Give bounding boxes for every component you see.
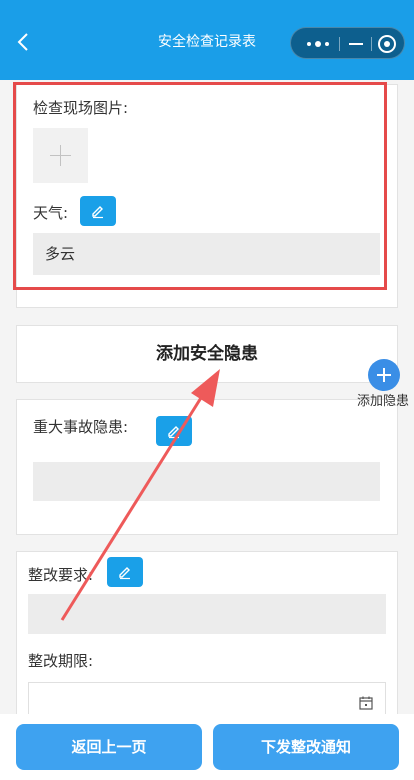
pencil-icon xyxy=(119,567,130,580)
add-hazard-fab[interactable] xyxy=(368,359,400,391)
deadline-label: 整改期限: xyxy=(28,652,94,670)
header-bar: 安全检查记录表 xyxy=(0,0,414,80)
major-hazard-edit-button[interactable] xyxy=(156,416,192,446)
back-page-button[interactable]: 返回上一页 xyxy=(16,724,202,770)
major-hazard-label: 重大事故隐患: xyxy=(33,418,129,436)
add-hazard-fab-label[interactable]: 添加隐患 xyxy=(352,393,414,411)
issue-notice-button[interactable]: 下发整改通知 xyxy=(213,724,399,770)
requirement-label: 整改要求: xyxy=(28,566,94,584)
capsule-divider xyxy=(339,37,340,51)
target-circle-icon[interactable] xyxy=(378,35,396,53)
more-dots-icon[interactable] xyxy=(305,40,331,48)
calendar-icon xyxy=(359,696,373,710)
major-hazard-field[interactable] xyxy=(33,462,380,501)
add-hazard-title[interactable]: 添加安全隐患 xyxy=(16,325,398,383)
capsule-divider xyxy=(371,37,372,51)
highlight-box xyxy=(13,82,387,290)
pencil-icon xyxy=(168,426,179,439)
minimize-icon[interactable] xyxy=(349,43,363,45)
miniapp-capsule xyxy=(290,27,405,59)
requirement-edit-button[interactable] xyxy=(107,557,143,587)
requirement-field[interactable] xyxy=(28,594,386,634)
